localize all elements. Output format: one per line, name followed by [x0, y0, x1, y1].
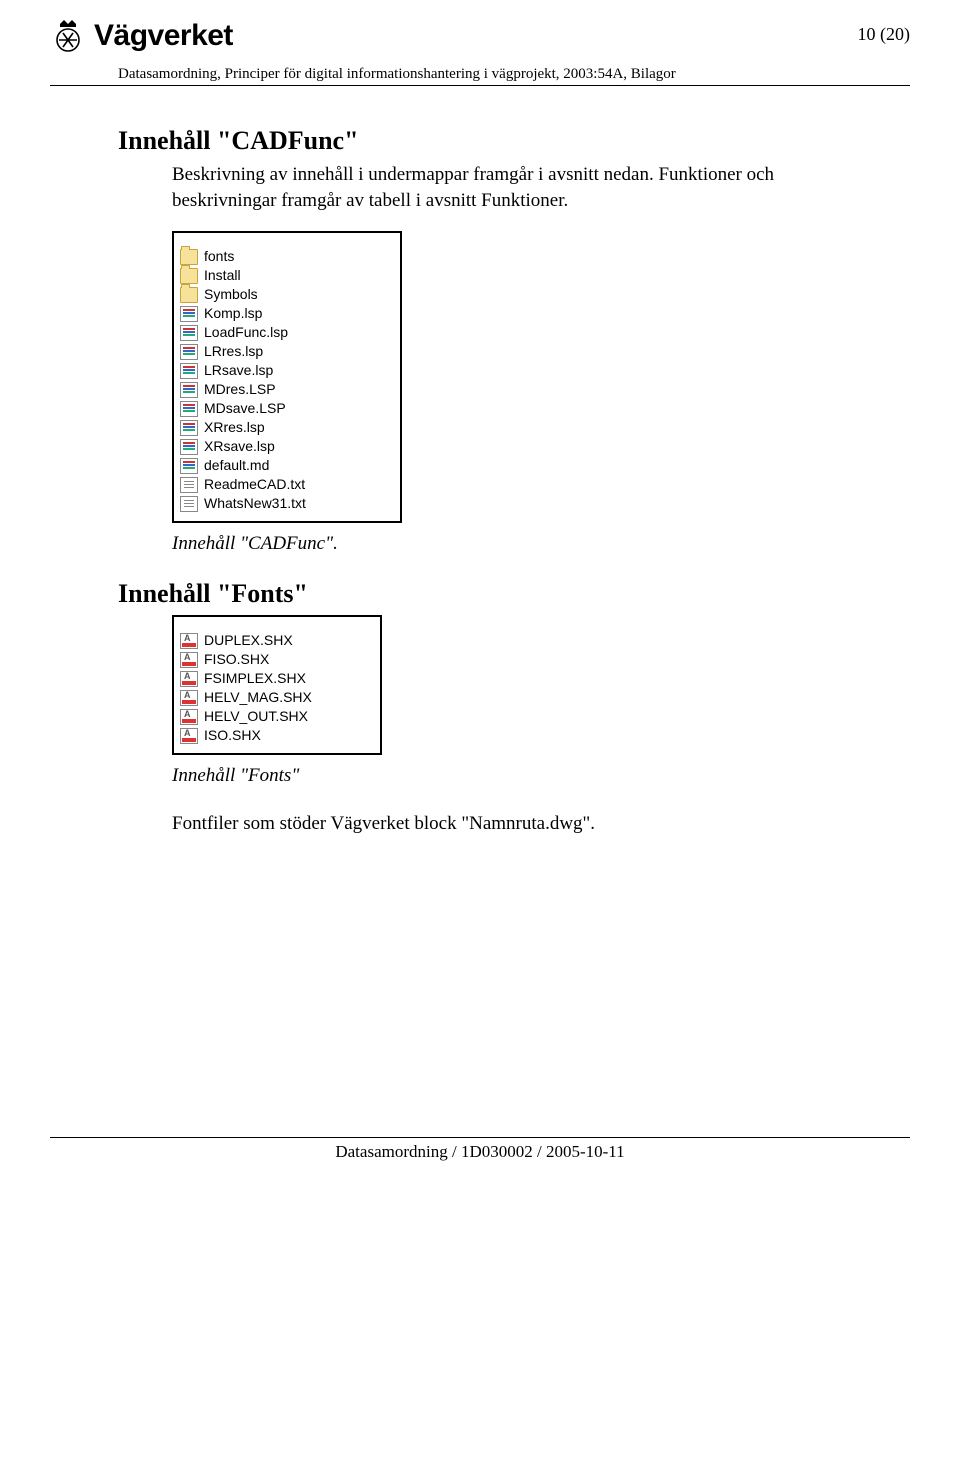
- file-name: XRsave.lsp: [204, 437, 275, 456]
- file-name: DUPLEX.SHX: [204, 631, 293, 650]
- list-item: ReadmeCAD.txt: [180, 475, 390, 494]
- breadcrumb: Datasamordning, Principer för digital in…: [118, 66, 910, 83]
- shx-icon: [180, 671, 198, 687]
- txt-icon: [180, 477, 198, 493]
- list-item: HELV_OUT.SHX: [180, 707, 370, 726]
- file-name: HELV_MAG.SHX: [204, 688, 312, 707]
- caption-fonts: Innehåll "Fonts": [172, 765, 910, 787]
- list-item: Install: [180, 266, 390, 285]
- list-item: default.md: [180, 456, 390, 475]
- list-item: DUPLEX.SHX: [180, 631, 370, 650]
- file-name: FSIMPLEX.SHX: [204, 669, 306, 688]
- lsp-icon: [180, 306, 198, 322]
- file-name: FISO.SHX: [204, 650, 269, 669]
- lsp-icon: [180, 401, 198, 417]
- file-name: Install: [204, 266, 241, 285]
- file-name: LRres.lsp: [204, 342, 263, 361]
- lsp-icon: [180, 344, 198, 360]
- list-item: LRres.lsp: [180, 342, 390, 361]
- brand-logo: Vägverket: [50, 18, 233, 54]
- file-name: ISO.SHX: [204, 726, 261, 745]
- crown-icon: [50, 18, 86, 54]
- footer-divider: [50, 1137, 910, 1138]
- list-item: fonts: [180, 247, 390, 266]
- lsp-icon: [180, 420, 198, 436]
- list-item: HELV_MAG.SHX: [180, 688, 370, 707]
- txt-icon: [180, 496, 198, 512]
- section-title-fonts: Innehåll "Fonts": [118, 579, 910, 609]
- lsp-icon: [180, 363, 198, 379]
- list-item: MDres.LSP: [180, 380, 390, 399]
- folder-icon: [180, 268, 198, 284]
- list-item: FSIMPLEX.SHX: [180, 669, 370, 688]
- list-item: Symbols: [180, 285, 390, 304]
- divider: [50, 85, 910, 86]
- shx-icon: [180, 633, 198, 649]
- shx-icon: [180, 690, 198, 706]
- file-name: LRsave.lsp: [204, 361, 273, 380]
- section-para-cadfunc: Beskrivning av innehåll i undermappar fr…: [172, 162, 832, 213]
- file-name: Komp.lsp: [204, 304, 262, 323]
- file-name: fonts: [204, 247, 234, 266]
- list-item: ISO.SHX: [180, 726, 370, 745]
- file-name: Symbols: [204, 285, 258, 304]
- shx-icon: [180, 709, 198, 725]
- section-note-fonts: Fontfiler som stöder Vägverket block "Na…: [172, 811, 832, 837]
- page-number: 10 (20): [858, 24, 911, 45]
- list-item: XRres.lsp: [180, 418, 390, 437]
- file-name: default.md: [204, 456, 269, 475]
- brand-text: Vägverket: [94, 19, 233, 53]
- lsp-icon: [180, 458, 198, 474]
- file-listing-fonts: DUPLEX.SHXFISO.SHXFSIMPLEX.SHXHELV_MAG.S…: [172, 615, 382, 755]
- list-item: XRsave.lsp: [180, 437, 390, 456]
- section-title-cadfunc: Innehåll "CADFunc": [118, 126, 910, 156]
- list-item: MDsave.LSP: [180, 399, 390, 418]
- file-name: HELV_OUT.SHX: [204, 707, 308, 726]
- footer-text: Datasamordning / 1D030002 / 2005-10-11: [50, 1142, 910, 1162]
- caption-cadfunc: Innehåll "CADFunc".: [172, 533, 910, 555]
- file-listing-cadfunc: fontsInstallSymbolsKomp.lspLoadFunc.lspL…: [172, 231, 402, 523]
- list-item: WhatsNew31.txt: [180, 494, 390, 513]
- lsp-icon: [180, 382, 198, 398]
- list-item: Komp.lsp: [180, 304, 390, 323]
- file-name: MDsave.LSP: [204, 399, 286, 418]
- folder-icon: [180, 287, 198, 303]
- file-name: WhatsNew31.txt: [204, 494, 306, 513]
- file-name: LoadFunc.lsp: [204, 323, 288, 342]
- lsp-icon: [180, 439, 198, 455]
- list-item: FISO.SHX: [180, 650, 370, 669]
- folder-icon: [180, 249, 198, 265]
- shx-icon: [180, 728, 198, 744]
- file-name: MDres.LSP: [204, 380, 276, 399]
- list-item: LRsave.lsp: [180, 361, 390, 380]
- file-name: ReadmeCAD.txt: [204, 475, 305, 494]
- file-name: XRres.lsp: [204, 418, 265, 437]
- list-item: LoadFunc.lsp: [180, 323, 390, 342]
- shx-icon: [180, 652, 198, 668]
- lsp-icon: [180, 325, 198, 341]
